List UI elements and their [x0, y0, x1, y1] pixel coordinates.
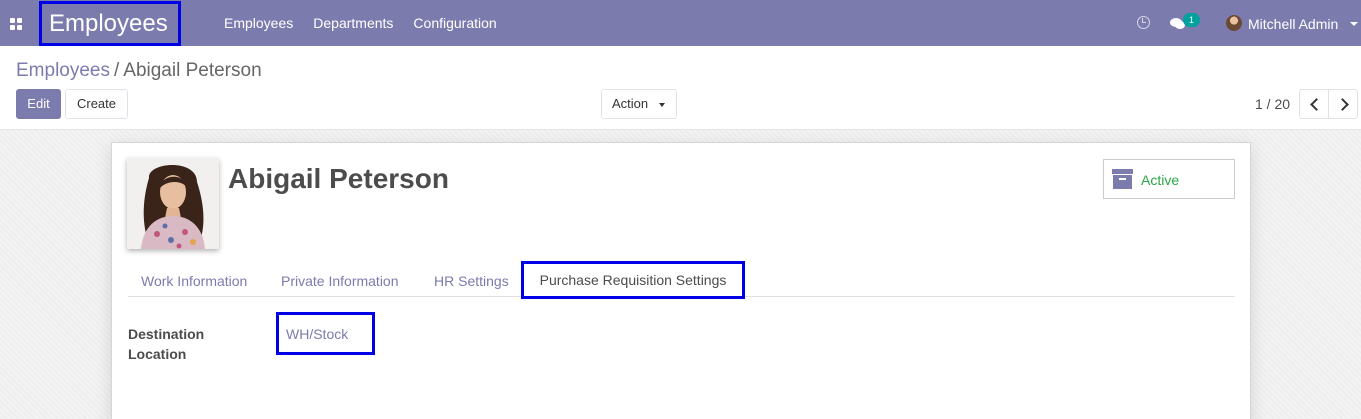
destination-location-label: Destination Location	[128, 326, 205, 362]
action-label: Action	[612, 96, 649, 111]
pager-next-button[interactable]	[1328, 89, 1358, 119]
destination-location-link[interactable]: WH/Stock	[276, 312, 375, 355]
edit-button[interactable]: Edit	[16, 89, 61, 119]
breadcrumb: Employees / Abigail Peterson	[16, 60, 262, 82]
breadcrumb-parent[interactable]: Employees	[16, 60, 110, 81]
tab-purchase-requisition-settings[interactable]: Purchase Requisition Settings	[521, 261, 745, 299]
active-status-label: Active	[1141, 172, 1180, 188]
pager-previous-button[interactable]	[1299, 89, 1329, 119]
breadcrumb-current: Abigail Peterson	[123, 60, 262, 81]
messages-badge: 1	[1183, 13, 1200, 27]
top-navbar: Employees Employees Departments Configur…	[0, 0, 1361, 46]
breadcrumb-separator: /	[114, 60, 120, 81]
tab-hr-settings[interactable]: HR Settings	[434, 273, 509, 289]
caret-down-icon[interactable]	[1350, 22, 1358, 26]
employee-photo[interactable]	[127, 158, 219, 249]
user-avatar[interactable]	[1226, 15, 1242, 31]
menu-item-employees[interactable]: Employees	[224, 15, 293, 31]
main-menu: Employees Departments Configuration	[224, 0, 517, 46]
action-dropdown[interactable]: Action	[601, 89, 677, 119]
create-button[interactable]: Create	[65, 89, 128, 119]
tab-private-information[interactable]: Private Information	[281, 273, 399, 289]
menu-item-departments[interactable]: Departments	[313, 15, 393, 31]
caret-down-icon	[659, 103, 665, 107]
user-menu[interactable]: Mitchell Admin	[1248, 16, 1338, 32]
apps-grid-icon[interactable]	[10, 18, 22, 30]
archive-icon	[1112, 169, 1133, 189]
app-title[interactable]: Employees	[39, 1, 181, 46]
clock-icon[interactable]	[1137, 16, 1150, 29]
tab-work-information[interactable]: Work Information	[141, 273, 247, 289]
menu-item-configuration[interactable]: Configuration	[413, 15, 496, 31]
employee-name: Abigail Peterson	[228, 163, 449, 194]
pager-value[interactable]: 1 / 20	[1255, 96, 1290, 112]
active-toggle-button[interactable]: Active	[1103, 159, 1235, 199]
